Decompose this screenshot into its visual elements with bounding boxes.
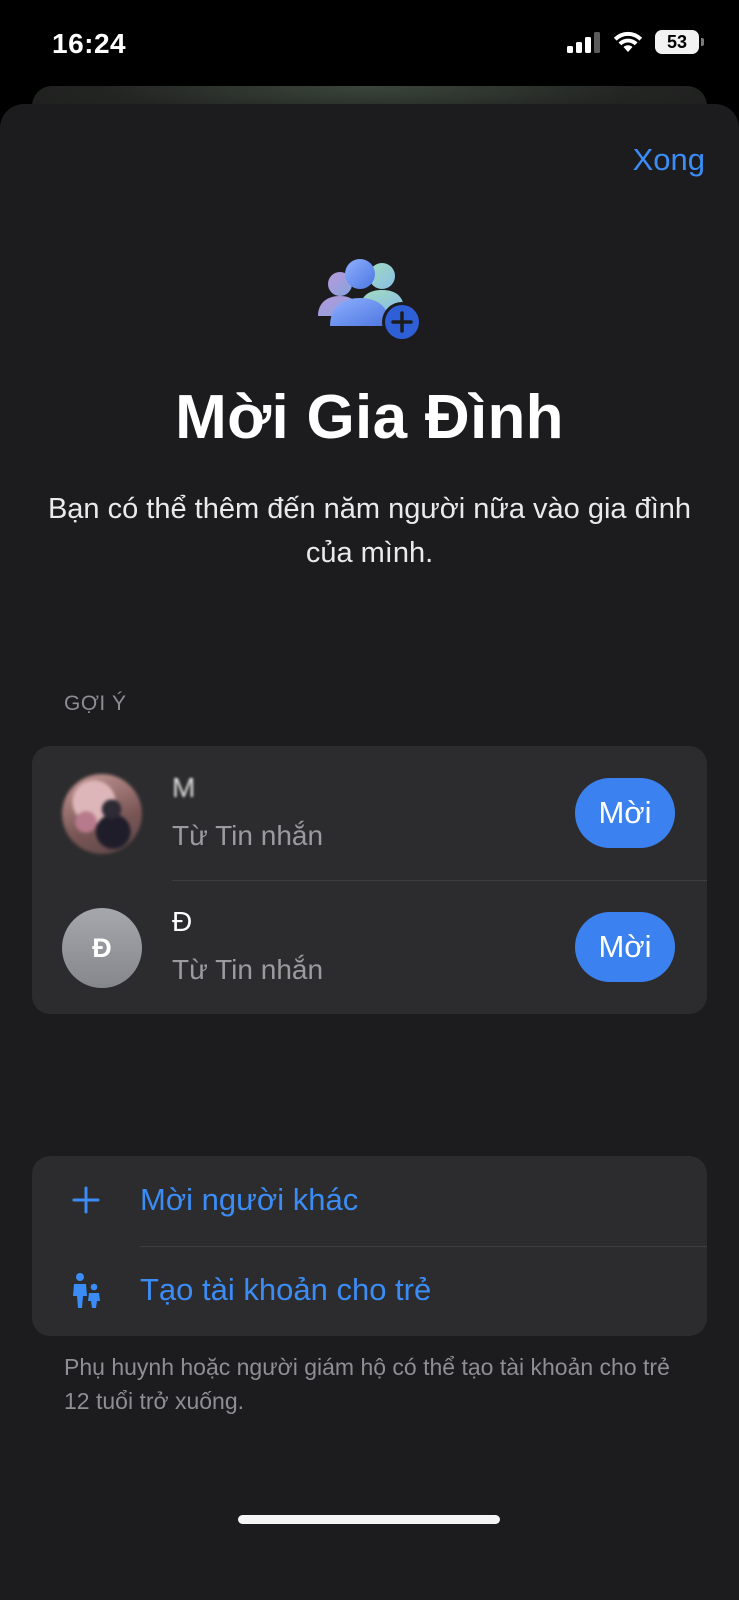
status-icons: 53 bbox=[567, 30, 704, 54]
status-time: 16:24 bbox=[52, 28, 127, 59]
invite-family-sheet: Xong Mời Gia Đình Bạn có thể thêm đến nă… bbox=[0, 104, 739, 1600]
avatar: Đ bbox=[62, 908, 142, 988]
battery-level: 53 bbox=[666, 31, 688, 52]
invite-others-row[interactable]: Mời người khác bbox=[32, 1156, 707, 1247]
wifi-icon bbox=[613, 31, 643, 52]
suggestions-section-header: GỢI Ý bbox=[64, 692, 127, 715]
plus-icon bbox=[72, 1186, 100, 1214]
family-add-icon bbox=[318, 259, 422, 342]
avatar bbox=[62, 774, 142, 854]
list-item: M Từ Tin nhắn Mời bbox=[32, 746, 707, 881]
status-bar: 16:24 53 bbox=[0, 0, 739, 90]
invite-button[interactable]: Mời bbox=[575, 912, 675, 982]
page-title: Mời Gia Đình bbox=[175, 383, 564, 452]
parent-child-icon bbox=[73, 1273, 100, 1308]
avatar-initial: Đ bbox=[92, 932, 112, 963]
contact-source: Từ Tin nhắn bbox=[172, 954, 324, 985]
list-item: Đ Đ Từ Tin nhắn Mời bbox=[32, 880, 707, 1014]
create-child-account-row[interactable]: Tạo tài khoản cho trẻ bbox=[32, 1246, 707, 1336]
battery-icon: 53 bbox=[655, 30, 704, 54]
suggestions-list: M Từ Tin nhắn Mời Đ Đ Từ Tin nhắn Mời bbox=[32, 746, 707, 1014]
page-subtitle: Bạn có thể thêm đến năm người nữa vào gi… bbox=[47, 493, 692, 569]
cellular-signal-icon bbox=[567, 32, 600, 53]
done-button[interactable]: Xong bbox=[633, 142, 705, 178]
invite-button[interactable]: Mời bbox=[575, 778, 675, 848]
invite-others-label: Mời người khác bbox=[140, 1182, 359, 1217]
contact-name: M bbox=[172, 772, 196, 803]
home-indicator[interactable] bbox=[238, 1515, 500, 1524]
actions-list: Mời người khác Tạo tài khoản cho trẻ bbox=[32, 1156, 707, 1336]
contact-name: Đ bbox=[172, 906, 193, 937]
contact-source: Từ Tin nhắn bbox=[172, 820, 324, 851]
footnote: Phụ huynh hoặc người giám hộ có thể tạo … bbox=[64, 1354, 670, 1414]
create-child-account-label: Tạo tài khoản cho trẻ bbox=[140, 1272, 432, 1307]
